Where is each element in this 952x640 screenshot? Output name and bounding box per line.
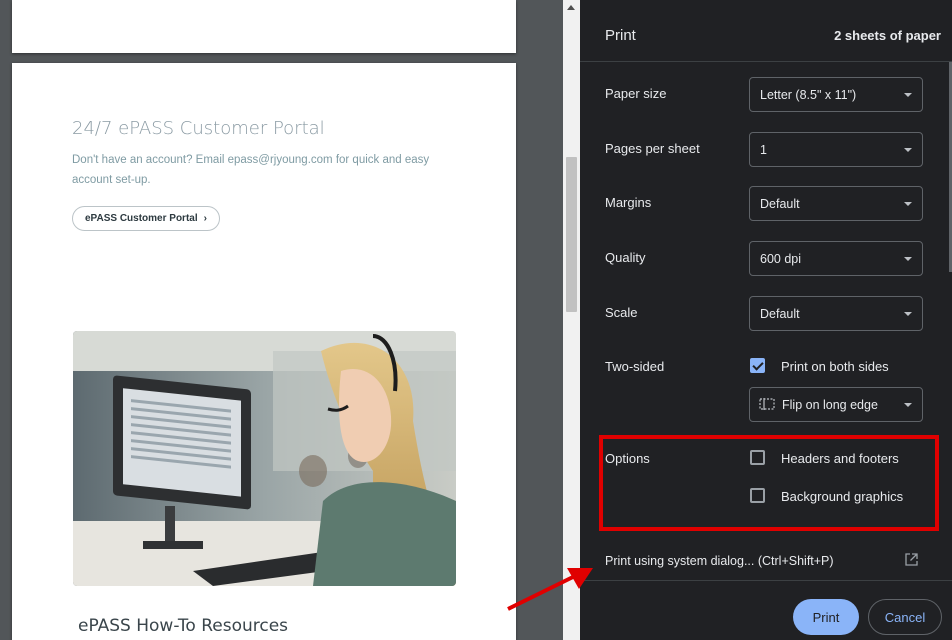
scale-select[interactable]: Default	[749, 296, 923, 331]
quality-label: Quality	[605, 250, 646, 265]
chevron-right-icon: ›	[203, 213, 207, 224]
print-settings-panel: Print 2 sheets of paper Paper size Lette…	[580, 0, 952, 640]
customer-service-photo	[73, 331, 456, 586]
print-button[interactable]: Print	[793, 599, 859, 635]
headers-footers-checkbox[interactable]	[750, 450, 765, 465]
quality-select[interactable]: 600 dpi	[749, 241, 923, 276]
dropdown-caret-icon	[904, 148, 912, 152]
dropdown-caret-icon	[904, 202, 912, 206]
portal-title: 24/7 ePASS Customer Portal	[72, 118, 325, 139]
panel-header: Print 2 sheets of paper	[580, 0, 952, 62]
background-graphics-label[interactable]: Background graphics	[781, 489, 903, 504]
dropdown-caret-icon	[904, 312, 912, 316]
flip-edge-icon	[759, 398, 775, 410]
print-preview-area: 24/7 ePASS Customer Portal Don't have an…	[0, 0, 563, 640]
system-dialog-link[interactable]: Print using system dialog... (Ctrl+Shift…	[605, 554, 834, 568]
pages-per-sheet-select[interactable]: 1	[749, 132, 923, 167]
scroll-up-arrow-icon[interactable]	[567, 5, 575, 10]
footer-divider	[580, 580, 952, 581]
margins-select[interactable]: Default	[749, 186, 923, 221]
scale-label: Scale	[605, 305, 638, 320]
photo-illustration	[73, 331, 456, 586]
quality-value: 600 dpi	[760, 251, 802, 266]
margins-value: Default	[760, 196, 800, 211]
scale-value: Default	[760, 306, 800, 321]
portal-button-label: ePASS Customer Portal	[85, 213, 198, 224]
panel-title: Print	[605, 27, 636, 44]
preview-scrollbar[interactable]	[563, 0, 580, 640]
portal-description: Don't have an account? Email epass@rjyou…	[72, 154, 430, 186]
dropdown-caret-icon	[904, 257, 912, 261]
sheet-count: 2 sheets of paper	[834, 28, 941, 43]
margins-label: Margins	[605, 195, 652, 210]
cancel-button[interactable]: Cancel	[868, 599, 942, 635]
print-both-sides-checkbox[interactable]	[750, 358, 765, 373]
preview-page-1	[12, 0, 516, 53]
two-sided-label: Two-sided	[605, 359, 665, 374]
headers-footers-label[interactable]: Headers and footers	[781, 451, 899, 466]
portal-button: ePASS Customer Portal ›	[72, 206, 220, 231]
paper-size-label: Paper size	[605, 86, 667, 101]
pages-per-sheet-label: Pages per sheet	[605, 141, 700, 156]
preview-page-2: 24/7 ePASS Customer Portal Don't have an…	[12, 63, 516, 640]
print-both-sides-label[interactable]: Print on both sides	[781, 359, 889, 374]
paper-size-value: Letter (8.5" x 11")	[760, 87, 857, 102]
background-graphics-checkbox[interactable]	[750, 488, 765, 503]
open-external-icon[interactable]	[905, 553, 918, 566]
dropdown-caret-icon	[904, 93, 912, 97]
options-label: Options	[605, 451, 650, 466]
scrollbar-thumb[interactable]	[566, 157, 577, 312]
resources-title: ePASS How-To Resources	[78, 616, 289, 636]
pages-per-sheet-value: 1	[760, 142, 767, 157]
dropdown-caret-icon	[904, 403, 912, 407]
flip-edge-value: Flip on long edge	[782, 397, 878, 412]
flip-edge-select[interactable]: Flip on long edge	[749, 387, 923, 422]
paper-size-select[interactable]: Letter (8.5" x 11")	[749, 77, 923, 112]
